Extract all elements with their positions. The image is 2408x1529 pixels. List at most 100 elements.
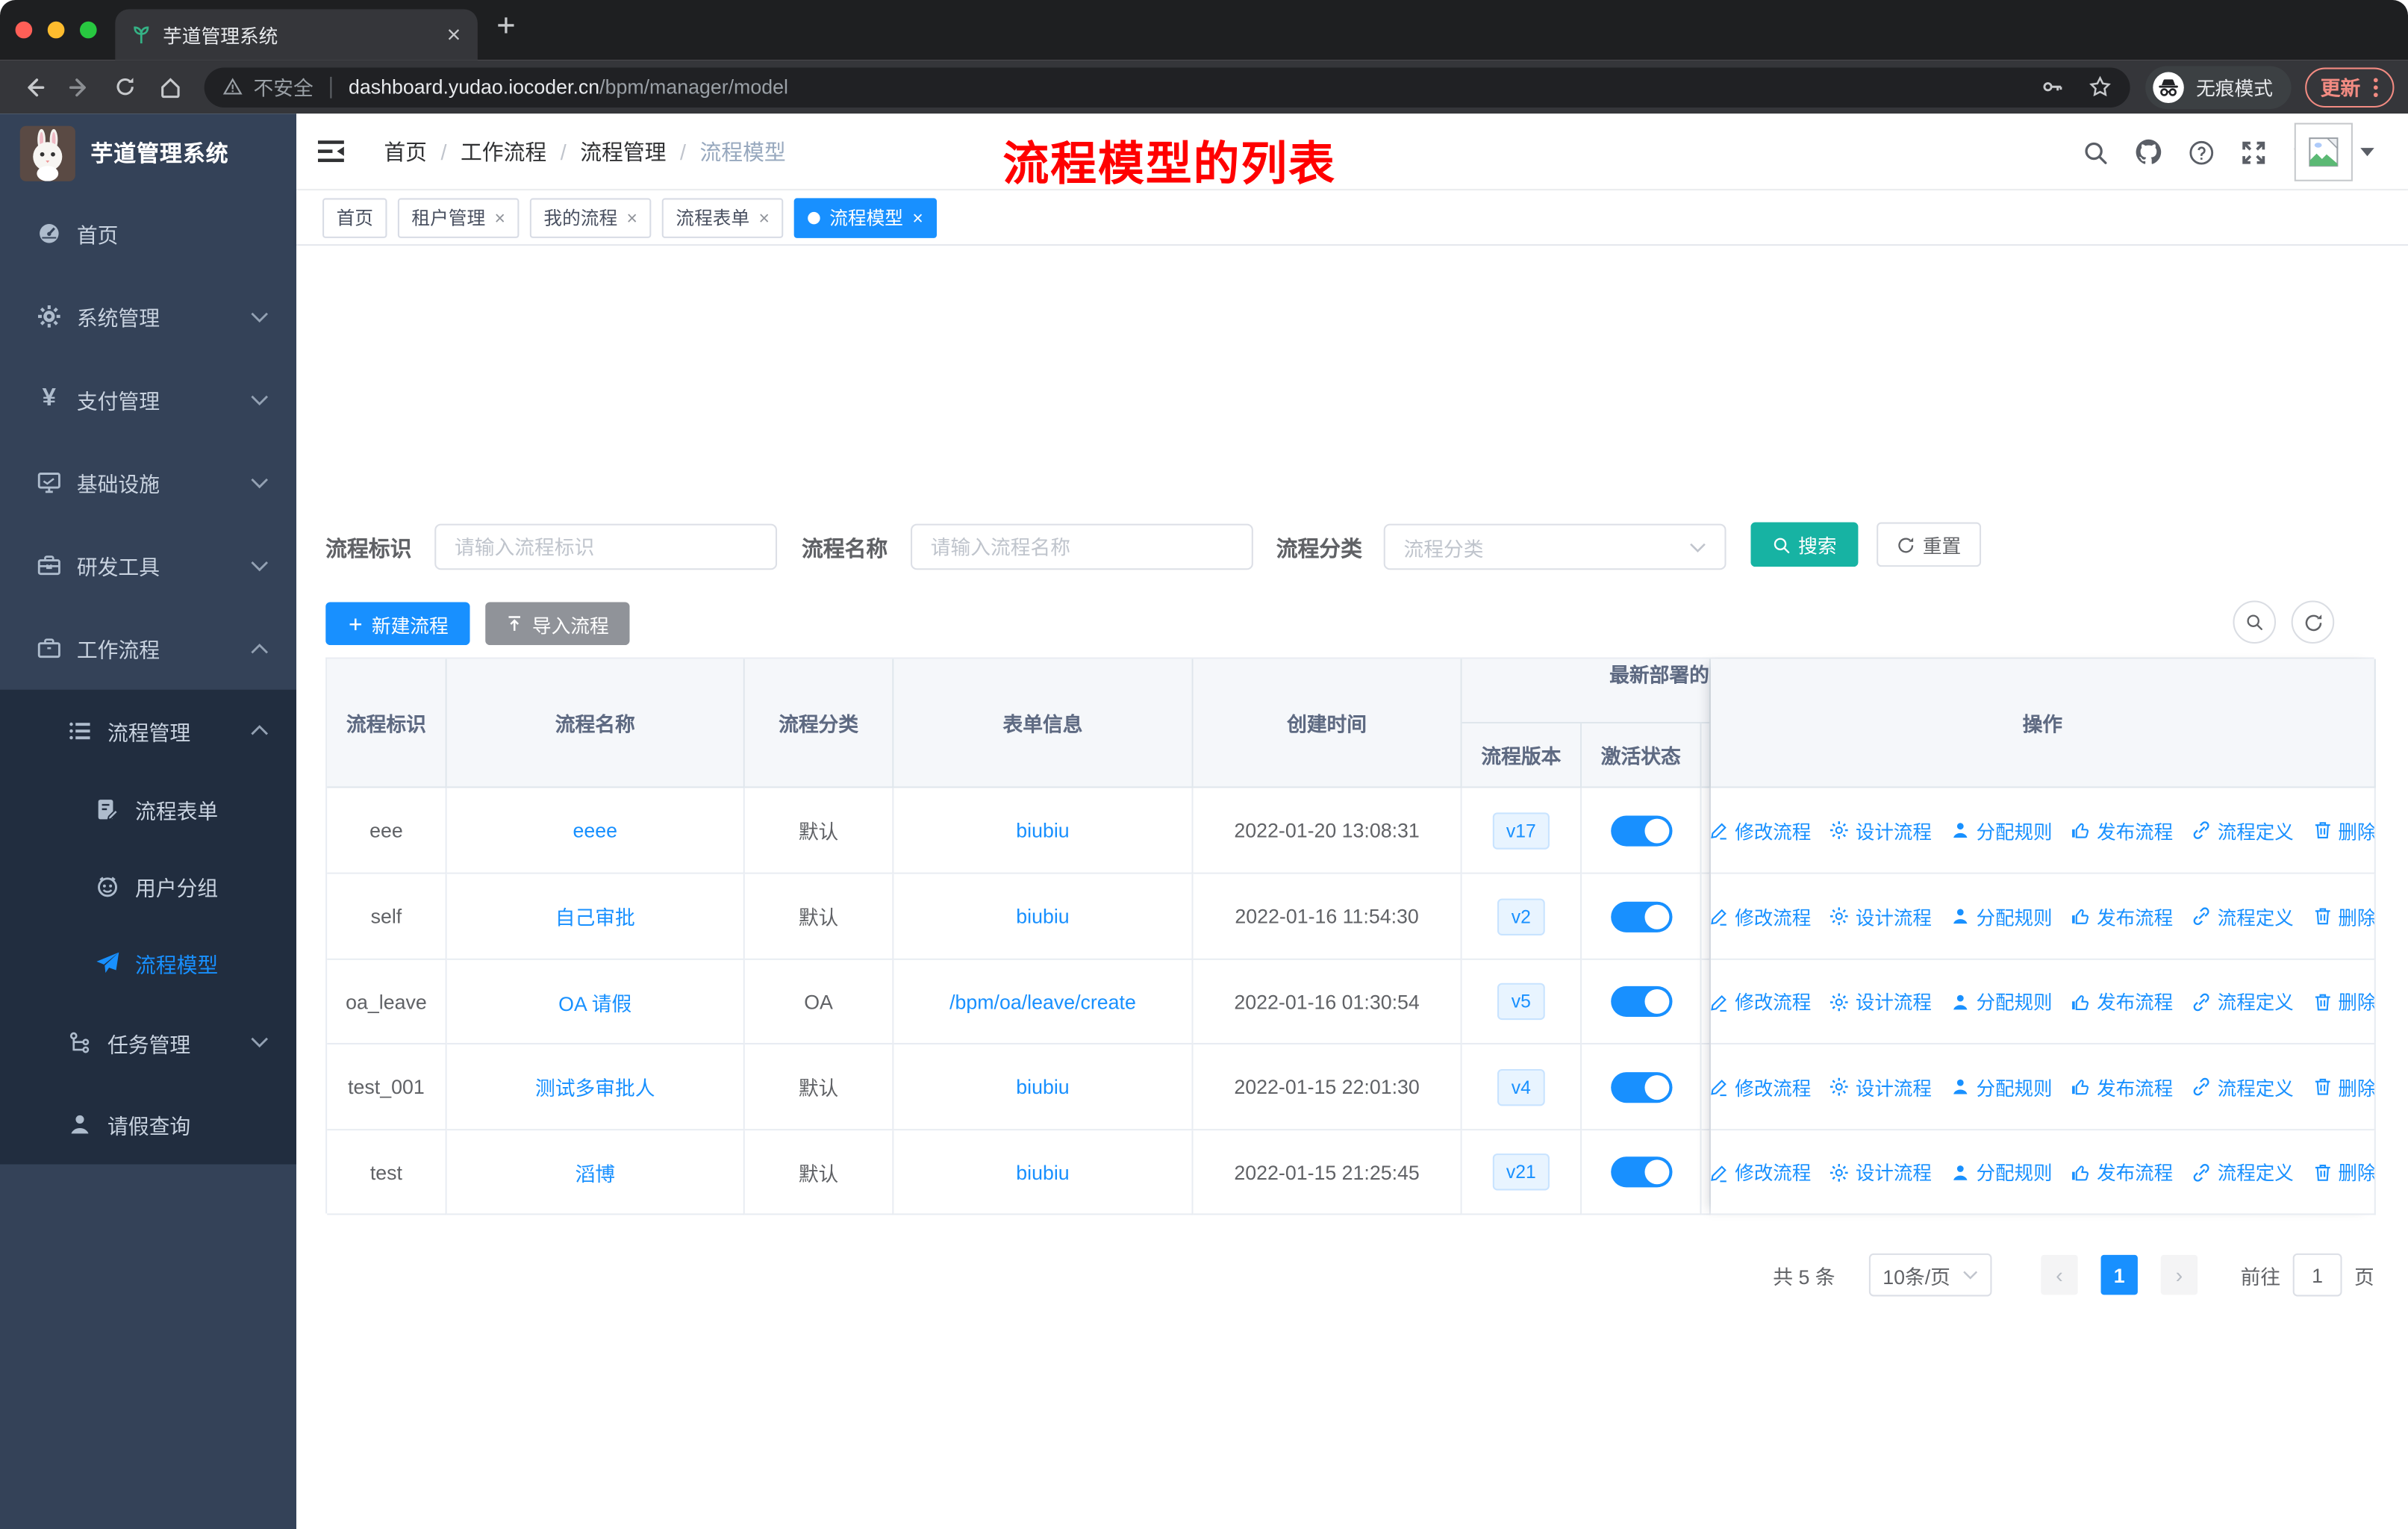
sidebar-logo[interactable]: 芋道管理系统	[0, 113, 296, 192]
browser-menu-dots-icon[interactable]	[2373, 76, 2379, 98]
action-删除[interactable]: 删除	[2312, 817, 2374, 844]
reload-icon[interactable]	[113, 75, 137, 99]
tag-close-icon[interactable]: ×	[627, 207, 637, 228]
action-删除[interactable]: 删除	[2312, 988, 2374, 1015]
filter-id-input[interactable]	[434, 523, 778, 570]
active-toggle[interactable]	[1610, 1156, 1672, 1188]
action-删除[interactable]: 删除	[2312, 903, 2374, 930]
address-bar[interactable]: 不安全 dashboard.yudao.iocoder.cn/bpm/manag…	[204, 66, 2130, 107]
action-分配规则[interactable]: 分配规则	[1950, 988, 2052, 1015]
action-发布流程[interactable]: 发布流程	[2071, 817, 2173, 844]
create-process-button[interactable]: 新建流程	[325, 602, 470, 646]
tag-close-icon[interactable]: ×	[912, 207, 923, 228]
key-icon[interactable]	[2041, 75, 2064, 99]
action-流程定义[interactable]: 流程定义	[2192, 1073, 2294, 1100]
action-删除[interactable]: 删除	[2312, 1158, 2374, 1186]
search-button[interactable]: 搜索	[1750, 522, 1859, 567]
sidebar-item-流程模型[interactable]: 流程模型	[0, 925, 296, 1002]
traffic-minimize-button[interactable]	[47, 20, 65, 38]
fullscreen-icon[interactable]	[2242, 139, 2268, 165]
reset-button[interactable]: 重置	[1877, 522, 1982, 567]
action-修改流程[interactable]: 修改流程	[1710, 988, 1811, 1015]
action-发布流程[interactable]: 发布流程	[2071, 1158, 2173, 1186]
process-name-link[interactable]: 自己审批	[555, 902, 635, 931]
tag-首页[interactable]: 首页	[322, 197, 387, 237]
forward-icon[interactable]	[68, 75, 93, 99]
sidebar-item-工作流程[interactable]: 工作流程	[0, 607, 296, 690]
sidebar-item-研发工具[interactable]: 研发工具	[0, 524, 296, 607]
help-icon[interactable]	[2189, 139, 2215, 165]
breadcrumb-item[interactable]: 首页	[384, 137, 427, 167]
action-修改流程[interactable]: 修改流程	[1710, 1158, 1811, 1186]
form-info-link[interactable]: biubiu	[1016, 905, 1069, 928]
active-toggle[interactable]	[1610, 1071, 1672, 1103]
bookmark-star-icon[interactable]	[2089, 75, 2112, 99]
sidebar-item-支付管理[interactable]: ¥ 支付管理	[0, 358, 296, 440]
action-分配规则[interactable]: 分配规则	[1950, 903, 2052, 930]
github-icon[interactable]	[2136, 138, 2163, 166]
active-toggle[interactable]	[1610, 900, 1672, 932]
page-size-select[interactable]: 10条/页	[1868, 1253, 1992, 1297]
action-删除[interactable]: 删除	[2312, 1073, 2374, 1100]
traffic-zoom-button[interactable]	[79, 20, 97, 38]
prev-page-button[interactable]: ‹	[2041, 1254, 2078, 1295]
goto-page-input[interactable]	[2292, 1253, 2342, 1297]
breadcrumb[interactable]: 首页 / 工作流程 / 流程管理 / 流程模型	[384, 113, 785, 190]
action-设计流程[interactable]: 设计流程	[1830, 988, 1932, 1015]
breadcrumb-item[interactable]: 流程管理	[580, 137, 666, 167]
current-page-button[interactable]: 1	[2100, 1254, 2138, 1295]
form-info-link[interactable]: biubiu	[1016, 1160, 1069, 1183]
back-icon[interactable]	[22, 75, 46, 99]
filter-category-select[interactable]: 流程分类	[1383, 523, 1727, 570]
sidebar-item-首页[interactable]: 首页	[0, 192, 296, 275]
action-设计流程[interactable]: 设计流程	[1830, 903, 1932, 930]
tag-租户管理[interactable]: 租户管理 ×	[397, 197, 520, 237]
import-process-button[interactable]: 导入流程	[485, 602, 630, 646]
traffic-close-button[interactable]	[15, 20, 33, 38]
sidebar-item-流程表单[interactable]: 流程表单	[0, 771, 296, 848]
tag-流程表单[interactable]: 流程表单 ×	[661, 197, 784, 237]
action-修改流程[interactable]: 修改流程	[1710, 817, 1811, 844]
tag-close-icon[interactable]: ×	[759, 207, 770, 228]
form-info-link[interactable]: biubiu	[1016, 819, 1069, 842]
tab-close-icon[interactable]	[446, 26, 463, 43]
tag-我的流程[interactable]: 我的流程 ×	[529, 197, 652, 237]
action-流程定义[interactable]: 流程定义	[2192, 1158, 2294, 1186]
browser-tab[interactable]: 芋道管理系统	[115, 9, 478, 60]
home-icon[interactable]	[158, 75, 183, 99]
sidebar-item-系统管理[interactable]: 系统管理	[0, 275, 296, 358]
next-page-button[interactable]: ›	[2160, 1254, 2198, 1295]
avatar[interactable]	[2294, 122, 2353, 181]
action-流程定义[interactable]: 流程定义	[2192, 903, 2294, 930]
breadcrumb-item[interactable]: 工作流程	[461, 137, 546, 167]
action-修改流程[interactable]: 修改流程	[1710, 903, 1811, 930]
process-name-link[interactable]: 滔博	[575, 1157, 615, 1186]
active-toggle[interactable]	[1610, 985, 1672, 1017]
action-分配规则[interactable]: 分配规则	[1950, 817, 2052, 844]
sidebar-item-流程管理[interactable]: 流程管理	[0, 690, 296, 771]
active-toggle[interactable]	[1610, 815, 1672, 846]
action-设计流程[interactable]: 设计流程	[1830, 817, 1932, 844]
form-info-link[interactable]: biubiu	[1016, 1075, 1069, 1098]
header-search-icon[interactable]	[2083, 139, 2109, 165]
action-修改流程[interactable]: 修改流程	[1710, 1073, 1811, 1100]
action-设计流程[interactable]: 设计流程	[1830, 1158, 1932, 1186]
process-name-link[interactable]: 测试多审批人	[535, 1072, 655, 1101]
sidebar-item-基础设施[interactable]: 基础设施	[0, 440, 296, 523]
sidebar-collapse-icon[interactable]	[317, 138, 346, 164]
action-发布流程[interactable]: 发布流程	[2071, 1073, 2173, 1100]
process-name-link[interactable]: OA 请假	[558, 987, 631, 1016]
action-设计流程[interactable]: 设计流程	[1830, 1073, 1932, 1100]
action-流程定义[interactable]: 流程定义	[2192, 817, 2294, 844]
sidebar-item-请假查询[interactable]: 请假查询	[0, 1083, 296, 1164]
action-发布流程[interactable]: 发布流程	[2071, 903, 2173, 930]
tag-close-icon[interactable]: ×	[495, 207, 505, 228]
sidebar-item-任务管理[interactable]: 任务管理	[0, 1001, 296, 1083]
toggle-search-button[interactable]	[2233, 600, 2277, 644]
action-分配规则[interactable]: 分配规则	[1950, 1158, 2052, 1186]
filter-name-input[interactable]	[911, 523, 1253, 570]
action-流程定义[interactable]: 流程定义	[2192, 988, 2294, 1015]
action-分配规则[interactable]: 分配规则	[1950, 1073, 2052, 1100]
tag-流程模型[interactable]: 流程模型 ×	[793, 197, 938, 237]
new-tab-button[interactable]	[494, 14, 517, 37]
